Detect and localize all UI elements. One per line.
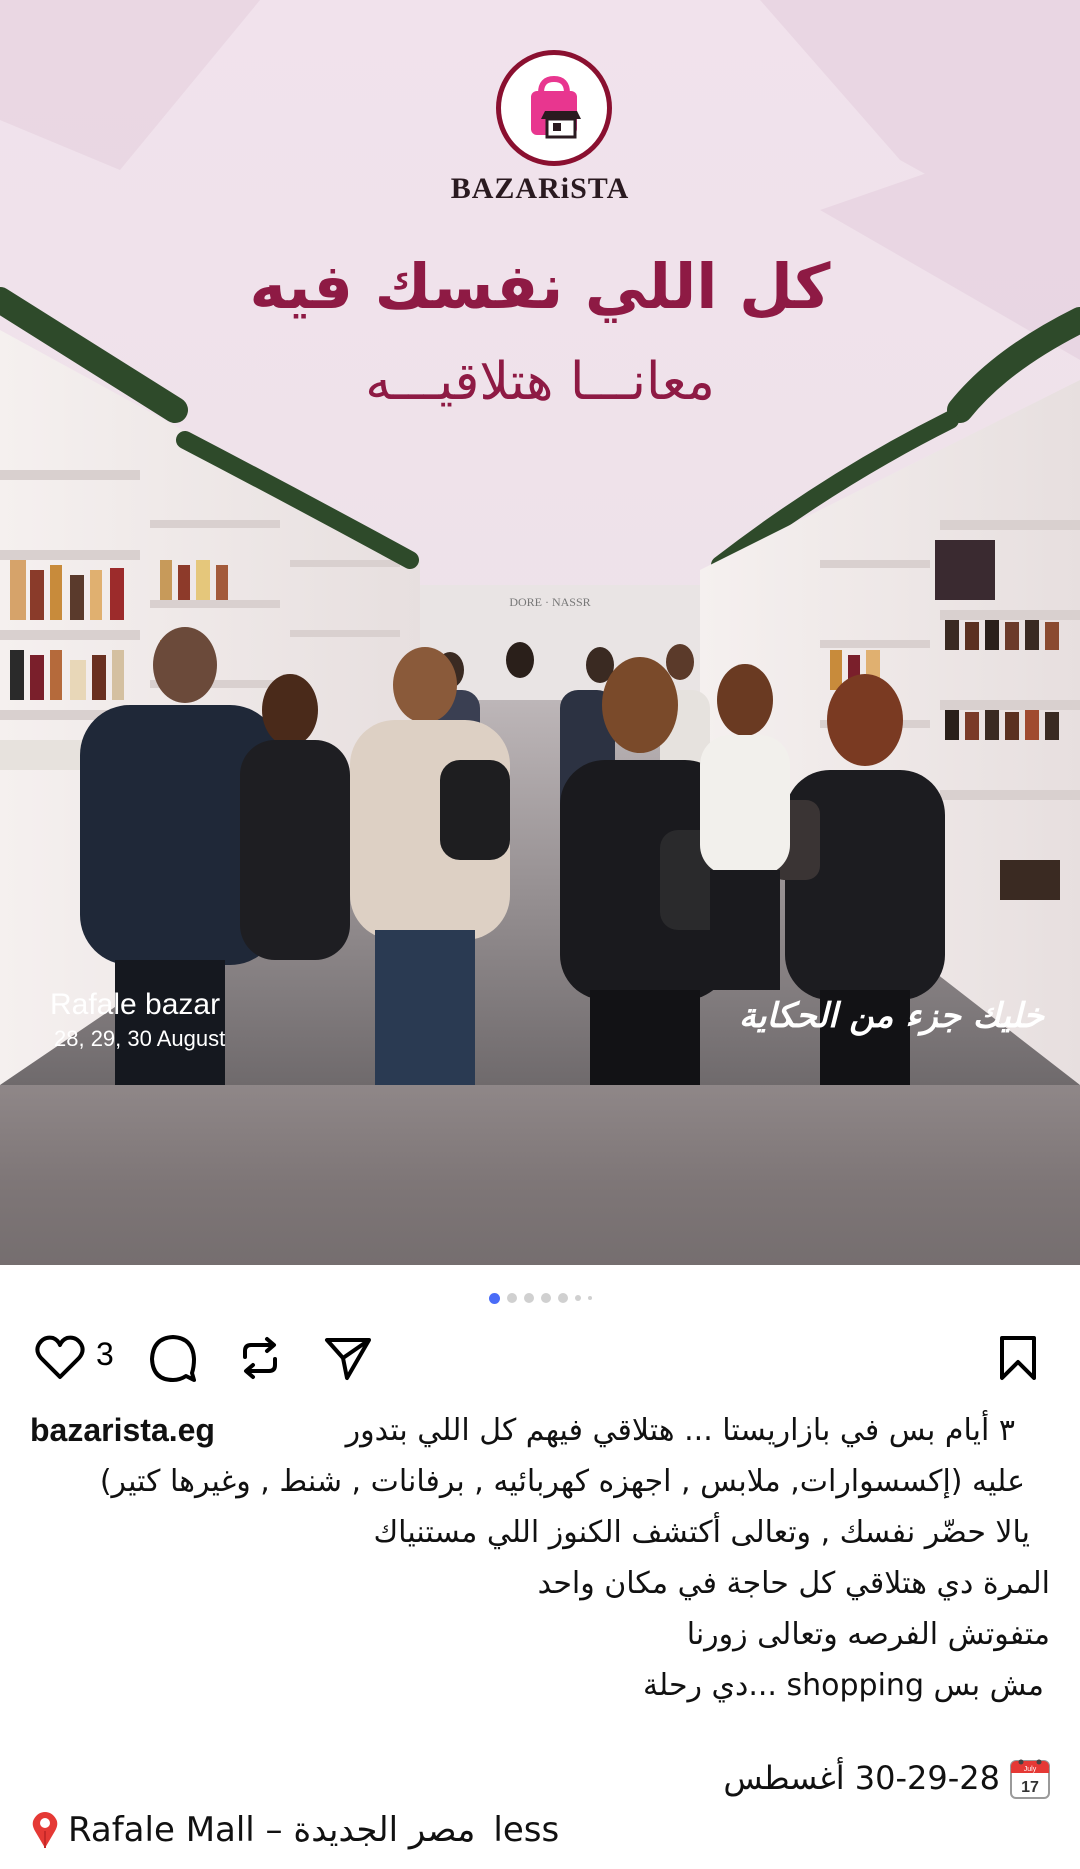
carousel-dot (574, 1295, 581, 1301)
show-less-link[interactable]: less (493, 1810, 559, 1850)
carousel-dot (523, 1293, 534, 1303)
carousel-dot (557, 1293, 568, 1303)
carousel-dot (506, 1293, 517, 1303)
post-caption: ٣ أيام بس في بازاريستا ... هتلاقي فيهم ك… (30, 1405, 1050, 1711)
caption-first-line: ٣ أيام بس في بازاريستا ... هتلاقي فيهم ك… (30, 1405, 1050, 1456)
save-button[interactable] (990, 1330, 1046, 1386)
carousel-dot (587, 1296, 592, 1300)
caption-location-line: Rafale Mall – مصر الجديدة less (30, 1810, 559, 1850)
location-text: Rafale Mall – مصر الجديدة (68, 1810, 476, 1850)
bookmark-icon (1000, 1336, 1036, 1380)
post-image[interactable]: DORE · NASSR BAZARiSTA كل اللي نفسك فيه … (0, 0, 1080, 1085)
share-button[interactable] (320, 1330, 376, 1386)
like-count[interactable]: 3 (96, 1336, 114, 1373)
pin-icon (32, 1812, 58, 1848)
shopping-bag-icon (531, 75, 581, 139)
repost-icon (243, 1337, 277, 1379)
caption-line-5: متفوتش الفرصه وتعالى زورنا (686, 1617, 1050, 1652)
caption-date-line: July 17 30-29-28 أغسطس (723, 1757, 1050, 1799)
svg-text:DORE · NASSR: DORE · NASSR (509, 595, 590, 609)
brand-name: BAZARiSTA (450, 172, 630, 205)
send-icon (325, 1338, 371, 1380)
carousel-dot (540, 1293, 551, 1303)
repost-button[interactable] (232, 1330, 288, 1386)
calendar-day-label: 17 (1021, 1779, 1039, 1796)
like-button[interactable] (32, 1330, 88, 1386)
image-bottom-band (0, 1085, 1080, 1265)
calendar-icon-graphic: July 17 (1010, 1759, 1050, 1799)
caption-line-4: المرة دي هتلاقي كل حاجة في مكان واحد (537, 1566, 1050, 1601)
caption-line-1: ٣ أيام بس في بازاريستا ... هتلاقي فيهم ك… (345, 1413, 1015, 1448)
carousel-dot-active (488, 1292, 500, 1304)
post-subheadline: معانـــا هتلاقيـــه (365, 352, 715, 412)
caption-line-6: مش بس shopping ...دي رحلة (642, 1668, 1044, 1703)
post-action-bar: 3 (0, 1330, 1080, 1390)
post-tagline: خليك جزء من الحكاية (738, 996, 1044, 1036)
brand-logo (496, 50, 612, 166)
comment-icon (150, 1335, 196, 1382)
comment-button[interactable] (145, 1330, 201, 1386)
carousel-indicator (0, 1291, 1080, 1305)
calendar-month-label: July (1024, 1766, 1037, 1773)
caption-line-2: عليه (إكسسوارات, ملابس , اجهزه كهربائيه … (99, 1464, 1025, 1499)
event-name: Rafale bazar (50, 988, 221, 1021)
caption-line-3: يالا حضّر نفسك , وتعالى أكتشف الكنوز الل… (373, 1515, 1030, 1550)
post-headline: كل اللي نفسك فيه (249, 250, 831, 323)
event-date-text: 30-29-28 أغسطس (723, 1759, 1000, 1797)
calendar-icon: July 17 (1010, 1757, 1050, 1799)
event-dates: 28, 29, 30 August (54, 1026, 226, 1051)
post-username[interactable]: bazarista.eg (30, 1405, 215, 1456)
heart-icon (35, 1335, 85, 1379)
